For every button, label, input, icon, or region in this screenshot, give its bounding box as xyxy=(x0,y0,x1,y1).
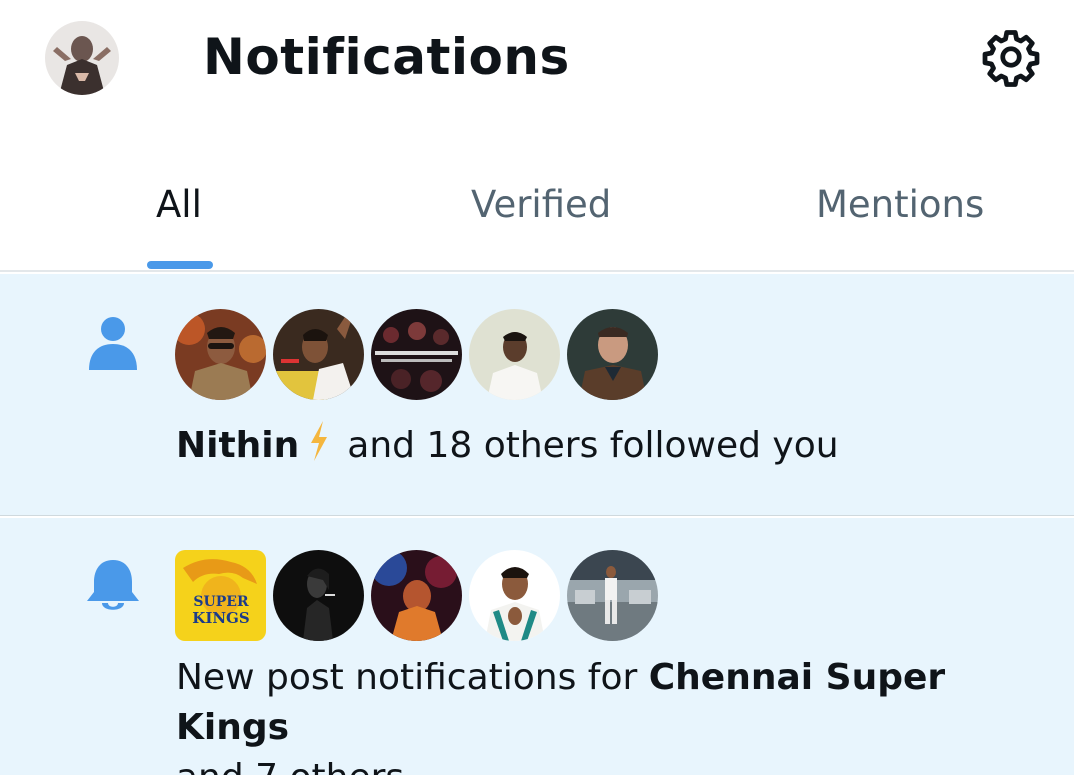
notification-item-new-posts[interactable]: SUPER KINGS New post notifications for C… xyxy=(0,518,1074,775)
page-title: Notifications xyxy=(203,28,570,86)
bell-icon xyxy=(86,558,140,618)
notification-suffix: and 7 others xyxy=(176,757,404,775)
avatar[interactable] xyxy=(469,550,560,641)
header: Notifications xyxy=(0,0,1074,125)
avatar[interactable] xyxy=(273,550,364,641)
tab-verified[interactable]: Verified xyxy=(471,183,611,226)
active-tab-indicator xyxy=(147,261,213,269)
avatar[interactable] xyxy=(371,309,462,400)
logo-text-top: SUPER xyxy=(193,594,249,610)
notification-text: New post notifications for Chennai Super… xyxy=(176,653,1046,775)
avatar[interactable] xyxy=(371,550,462,641)
lightning-bolt-icon xyxy=(309,421,329,475)
tab-all[interactable]: All xyxy=(156,183,202,226)
avatar[interactable] xyxy=(175,309,266,400)
avatar[interactable] xyxy=(469,309,560,400)
avatar[interactable] xyxy=(567,550,658,641)
person-icon xyxy=(87,314,139,374)
tab-mentions[interactable]: Mentions xyxy=(816,183,984,226)
notification-text: Nithin and 18 others followed you xyxy=(176,421,839,475)
notification-item-follow[interactable]: Nithin and 18 others followed you xyxy=(0,274,1074,516)
logo-text-bottom: KINGS xyxy=(192,609,249,627)
tab-bar: All Verified Mentions xyxy=(0,150,1074,272)
avatar[interactable] xyxy=(567,309,658,400)
settings-button[interactable] xyxy=(978,24,1044,90)
notification-actor-name[interactable]: Nithin xyxy=(176,425,299,466)
notification-message: and 18 others followed you xyxy=(347,425,839,466)
avatar-chennai-super-kings[interactable]: SUPER KINGS xyxy=(175,550,266,641)
avatar[interactable] xyxy=(273,309,364,400)
profile-avatar[interactable] xyxy=(45,21,119,95)
notification-prefix: New post notifications for xyxy=(176,657,649,698)
gear-icon xyxy=(982,30,1040,87)
